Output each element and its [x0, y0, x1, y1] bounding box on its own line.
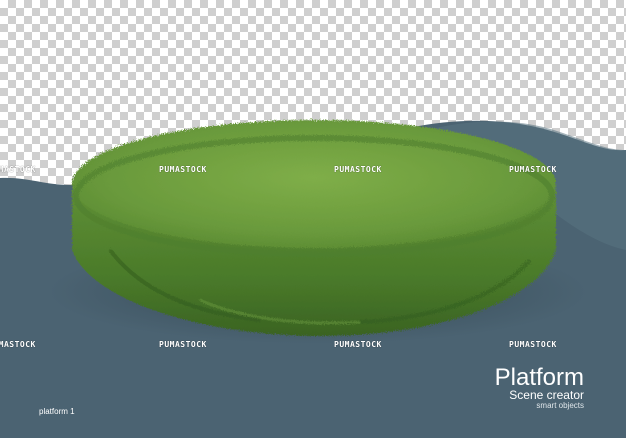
grass-platform — [72, 120, 556, 337]
smart-objects-tagline: smart objects — [536, 401, 584, 410]
watermark: PUMASTOCK — [509, 340, 557, 349]
scene-creator-subtitle: Scene creator — [509, 388, 584, 402]
watermark: PUMASTOCK — [509, 165, 557, 174]
watermark: PUMASTOCK — [334, 340, 382, 349]
platform-caption: platform 1 — [39, 407, 75, 416]
scene-canvas: PUMASTOCK PUMASTOCK PUMASTOCK PUMASTOCK … — [0, 0, 626, 438]
watermark: PUMASTOCK — [159, 165, 207, 174]
watermark: PUMASTOCK — [0, 340, 36, 349]
watermark: PUMASTOCK — [334, 165, 382, 174]
watermark: PUMASTOCK — [0, 165, 36, 174]
watermark: PUMASTOCK — [159, 340, 207, 349]
